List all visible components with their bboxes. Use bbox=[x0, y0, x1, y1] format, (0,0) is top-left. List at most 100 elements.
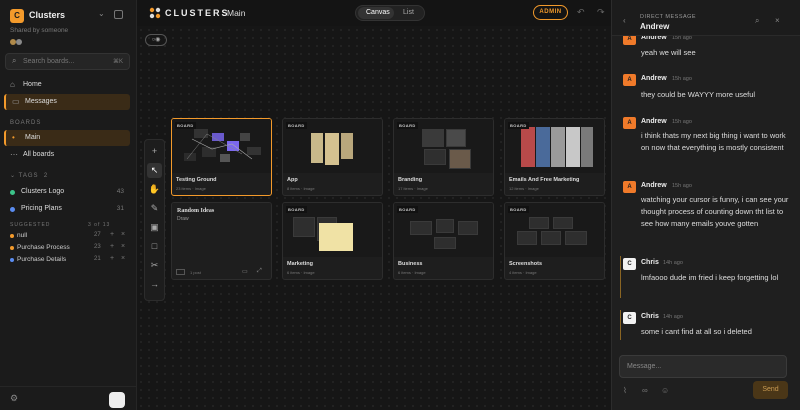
tag-item[interactable]: Pricing Plans 31 bbox=[4, 202, 130, 216]
admin-badge[interactable]: ADMIN bbox=[533, 5, 568, 20]
close-icon[interactable]: × bbox=[121, 243, 125, 250]
suggested-item[interactable]: Purchase Process 23 + × bbox=[4, 242, 130, 254]
board-badge: BOARD bbox=[397, 206, 418, 213]
suggested-item[interactable]: null 27 + × bbox=[4, 230, 130, 242]
avatar: A bbox=[623, 74, 636, 86]
preview-block bbox=[410, 221, 432, 235]
hand-tool[interactable]: ✋ bbox=[147, 182, 162, 197]
preview-block bbox=[566, 127, 580, 167]
arrow-tool[interactable]: → bbox=[147, 277, 162, 292]
preview-block bbox=[553, 217, 573, 229]
brush-tool[interactable]: ✂ bbox=[147, 258, 162, 273]
suggested-dot bbox=[10, 234, 14, 238]
nav-home[interactable]: ⌂ Home bbox=[4, 77, 130, 93]
search-placeholder: Search boards... bbox=[23, 58, 75, 65]
nav-messages[interactable]: ▭ Messages bbox=[4, 94, 130, 110]
link-icon[interactable]: ∞ bbox=[642, 386, 648, 395]
message-author: Andrew bbox=[641, 118, 667, 125]
emoji-icon[interactable]: ☺ bbox=[661, 386, 669, 395]
user-avatar[interactable] bbox=[109, 392, 125, 408]
tags-header[interactable]: ⌄ TAGS 2 bbox=[10, 172, 48, 179]
shape-tool[interactable]: □ bbox=[147, 239, 162, 254]
message-time: 15h ago bbox=[672, 119, 692, 125]
tag-color-dot bbox=[10, 207, 15, 212]
avatar: C bbox=[623, 312, 636, 324]
boards-header: BOARDS bbox=[10, 120, 42, 126]
tag-label: Pricing Plans bbox=[21, 205, 62, 212]
message-text: watching your cursor is funny, i can see… bbox=[641, 195, 789, 228]
message-time: 15h ago bbox=[672, 183, 692, 189]
add-icon[interactable]: + bbox=[110, 243, 114, 250]
board-canvas[interactable]: ○◉ + ↖ ✋ ✎ ▣ □ ✂ → BOARD Testing Ground … bbox=[137, 26, 611, 410]
sidebar-toggle-icon[interactable] bbox=[114, 10, 123, 19]
board-card[interactable]: BOARD Emails And Free Marketing 12 items… bbox=[504, 118, 605, 196]
sidebar: C Clusters ⌄ Shared by someone ⌕ Search … bbox=[0, 0, 137, 410]
close-icon[interactable]: × bbox=[775, 16, 780, 25]
message-time: 15h ago bbox=[672, 76, 692, 82]
undo-icon[interactable]: ↶ bbox=[577, 7, 585, 18]
edit-tool[interactable]: ✎ bbox=[147, 201, 162, 216]
board-card[interactable]: BOARD Business 6 items · Image bbox=[393, 202, 494, 280]
board-card[interactable]: BOARD Testing Ground 23 items · Image bbox=[171, 118, 272, 196]
preview-block bbox=[581, 127, 593, 167]
avatar: C bbox=[623, 258, 636, 270]
board-badge: BOARD bbox=[286, 206, 307, 213]
board-title: Marketing bbox=[287, 261, 313, 267]
board-subtitle: Draw bbox=[177, 216, 189, 222]
board-card[interactable]: BOARD Screenshots 4 items · Image bbox=[504, 202, 605, 280]
comment-view-toggle[interactable]: ○◉ bbox=[145, 34, 167, 46]
clusters-logo-icon bbox=[149, 7, 161, 19]
message-highlight-bar bbox=[620, 310, 621, 340]
tab-list[interactable]: List bbox=[403, 9, 414, 16]
search-input[interactable]: ⌕ Search boards... ⌘K bbox=[5, 53, 130, 70]
board-item-main[interactable]: • Main bbox=[4, 130, 130, 146]
suggested-item[interactable]: Purchase Details 21 + × bbox=[4, 254, 130, 266]
search-icon[interactable]: ⌕ bbox=[755, 16, 759, 26]
message-time: 14h ago bbox=[663, 314, 683, 320]
board-card[interactable]: BOARD Branding 17 items · Image bbox=[393, 118, 494, 196]
add-tool[interactable]: + bbox=[147, 144, 162, 159]
board-title: Screenshots bbox=[509, 261, 543, 267]
message-input[interactable]: Message... bbox=[619, 355, 787, 378]
board-meta: 8 items · Image bbox=[287, 186, 315, 191]
suggested-count: 23 bbox=[94, 244, 101, 250]
chat-kind: DIRECT MESSAGE bbox=[640, 14, 697, 20]
image-tool[interactable]: ▣ bbox=[147, 220, 162, 235]
board-meta: 1 post bbox=[190, 270, 201, 275]
workspace-name[interactable]: Clusters bbox=[29, 10, 65, 20]
nav-messages-label: Messages bbox=[25, 98, 57, 105]
close-icon[interactable]: × bbox=[121, 255, 125, 262]
select-tool[interactable]: ↖ bbox=[147, 163, 162, 178]
nav-home-label: Home bbox=[23, 81, 42, 88]
search-shortcut: ⌘K bbox=[112, 59, 123, 65]
dot-icon: • bbox=[12, 133, 15, 142]
close-icon[interactable]: × bbox=[121, 231, 125, 238]
chevron-down-icon[interactable]: ⌄ bbox=[98, 9, 105, 18]
copy-icon[interactable]: ▭ bbox=[242, 268, 248, 275]
add-icon[interactable]: + bbox=[110, 231, 114, 238]
add-icon[interactable]: + bbox=[110, 255, 114, 262]
shared-by-label: Shared by someone bbox=[10, 27, 69, 34]
view-toggle: Canvas List bbox=[355, 5, 425, 21]
redo-icon[interactable]: ↷ bbox=[597, 7, 605, 18]
message-text: i think thats my next big thing i want t… bbox=[641, 131, 786, 152]
board-card[interactable]: BOARD App 8 items · Image bbox=[282, 118, 383, 196]
gear-icon[interactable]: ⚙ bbox=[10, 393, 18, 404]
home-icon: ⌂ bbox=[10, 80, 15, 89]
send-button[interactable]: Send bbox=[753, 381, 788, 399]
back-icon[interactable]: ‹ bbox=[623, 16, 626, 25]
brand-name: CLUSTERS bbox=[165, 8, 230, 18]
suggested-dot bbox=[10, 246, 14, 250]
expand-icon[interactable]: ⤢ bbox=[257, 268, 262, 275]
board-card[interactable]: Random Ideas Draw 1 post ▭ ⤢ bbox=[171, 202, 272, 280]
board-card[interactable]: BOARD Marketing 6 items · Image bbox=[282, 202, 383, 280]
suggested-pager[interactable]: 3 of 13 bbox=[88, 222, 110, 228]
tag-item[interactable]: Clusters Logo 43 bbox=[4, 185, 130, 199]
preview-block bbox=[449, 149, 471, 169]
message-author: Chris bbox=[641, 313, 659, 320]
board-item-all[interactable]: ⋯ All boards bbox=[4, 147, 130, 163]
attachment-icon[interactable]: ⌇ bbox=[623, 386, 627, 395]
preview-block bbox=[565, 231, 587, 245]
workspace-logo[interactable]: C bbox=[10, 9, 24, 23]
tab-canvas[interactable]: Canvas bbox=[366, 9, 390, 16]
